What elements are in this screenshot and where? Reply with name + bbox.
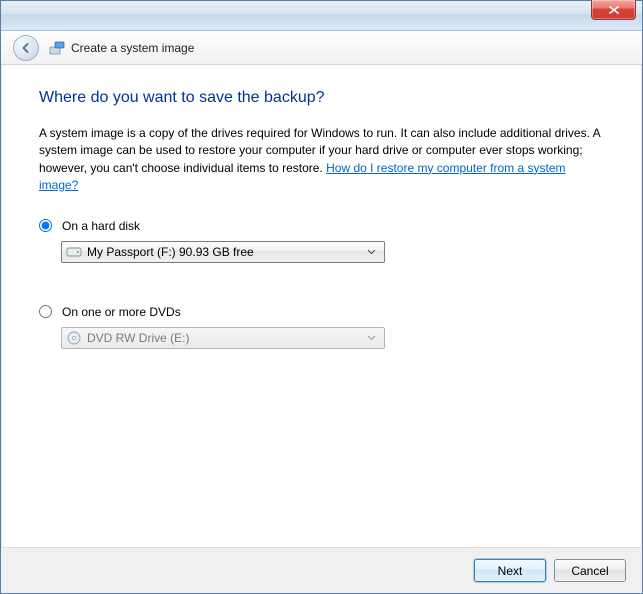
radio-dvd[interactable] (39, 305, 52, 318)
options-group: On a hard disk My Passport (F:) 90.93 GB… (39, 219, 604, 349)
next-button[interactable]: Next (474, 559, 546, 582)
header-title: Create a system image (49, 40, 194, 56)
chevron-down-icon (362, 335, 380, 341)
wizard-window: Create a system image Where do you want … (0, 0, 643, 594)
dvd-dropdown: DVD RW Drive (E:) (61, 327, 385, 349)
radio-hard-disk[interactable] (39, 219, 52, 232)
header-title-text: Create a system image (71, 41, 194, 55)
back-button[interactable] (13, 35, 39, 61)
hard-disk-icon (66, 244, 82, 260)
close-icon (608, 5, 620, 15)
titlebar (1, 1, 642, 31)
option-hard-disk-row[interactable]: On a hard disk (39, 219, 604, 233)
content-area: Where do you want to save the backup? A … (1, 65, 642, 547)
option-dvd-label: On one or more DVDs (62, 305, 181, 319)
description-text: A system image is a copy of the drives r… (39, 125, 604, 195)
hard-disk-dropdown[interactable]: My Passport (F:) 90.93 GB free (61, 241, 385, 263)
disc-icon (66, 330, 82, 346)
hard-disk-dropdown-value: My Passport (F:) 90.93 GB free (87, 245, 254, 259)
option-hard-disk: On a hard disk My Passport (F:) 90.93 GB… (39, 219, 604, 263)
back-arrow-icon (19, 41, 33, 55)
option-dvd-row[interactable]: On one or more DVDs (39, 305, 604, 319)
cancel-button[interactable]: Cancel (554, 559, 626, 582)
page-heading: Where do you want to save the backup? (39, 89, 604, 107)
header-bar: Create a system image (1, 31, 642, 65)
close-button[interactable] (591, 0, 636, 20)
footer-bar: Next Cancel (1, 547, 642, 593)
system-image-icon (49, 40, 65, 56)
option-hard-disk-label: On a hard disk (62, 219, 140, 233)
chevron-down-icon (362, 249, 380, 255)
dvd-dropdown-value: DVD RW Drive (E:) (87, 331, 189, 345)
option-dvd: On one or more DVDs DVD RW Drive (E:) (39, 305, 604, 349)
